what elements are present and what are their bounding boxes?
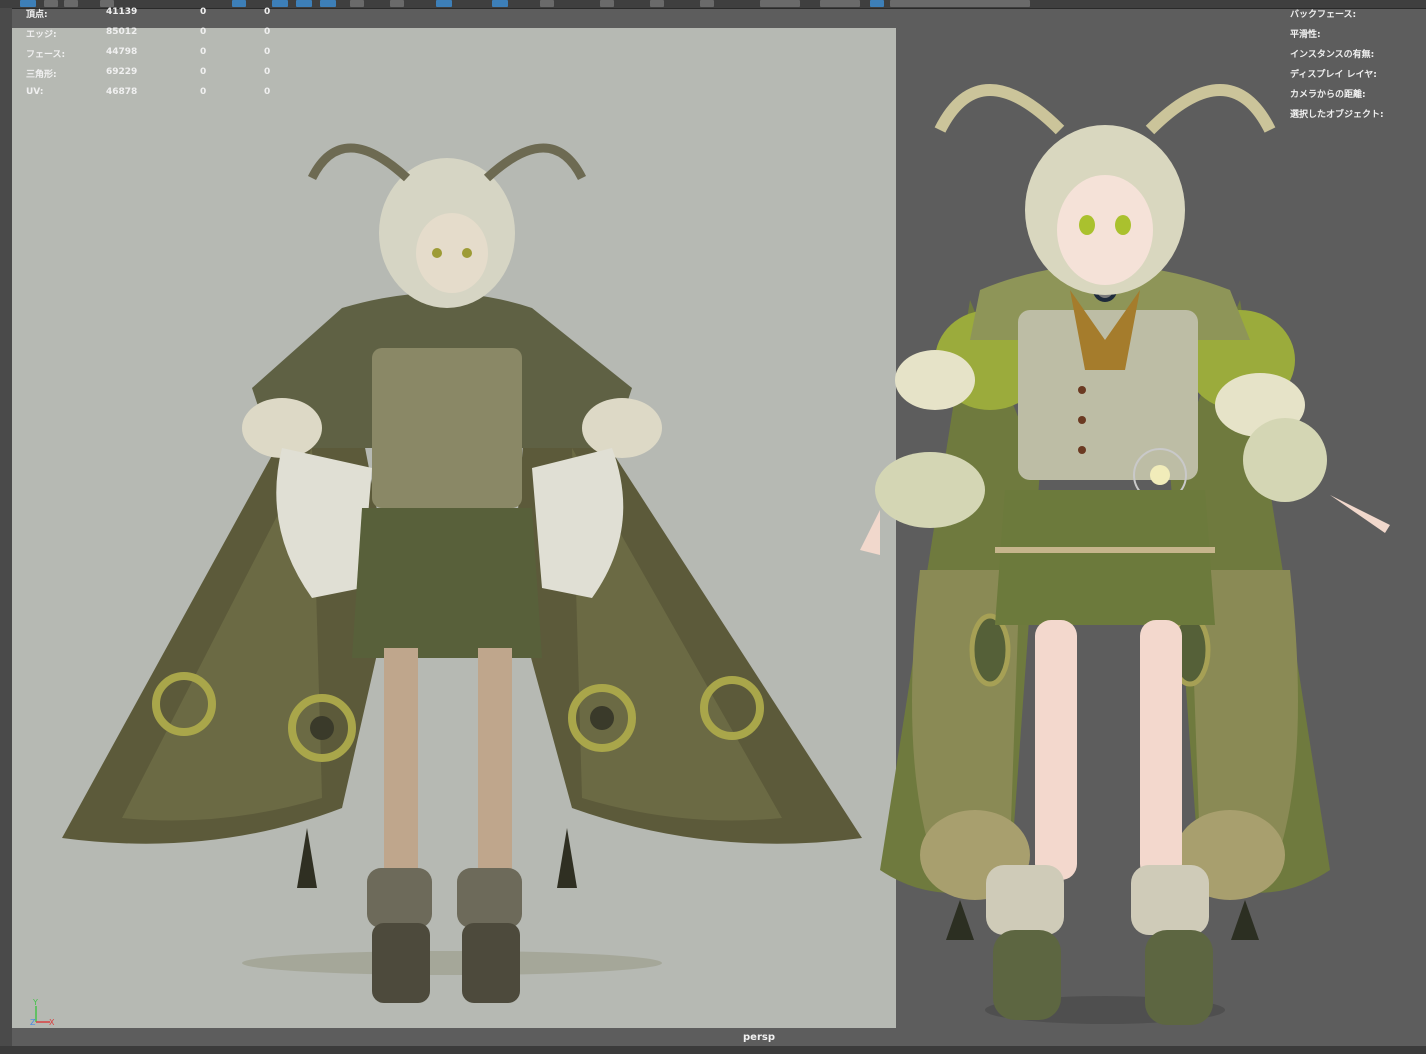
- stat-label: 三角形:: [26, 70, 57, 80]
- hud-smoothness-label: 平滑性:: [1290, 30, 1321, 40]
- stat-value: 85012: [106, 27, 138, 37]
- stat-value: 0: [264, 27, 271, 37]
- toolbar-button[interactable]: [540, 0, 554, 7]
- stat-row-vertices: 頂点: 41139 0 0: [26, 7, 286, 21]
- concept-illustration: [62, 143, 862, 1003]
- stat-value: 69229: [106, 67, 138, 77]
- axis-z-label: Z: [30, 1018, 36, 1027]
- stat-row-edges: エッジ: 85012 0 0: [26, 27, 286, 41]
- stat-value: 0: [264, 7, 271, 17]
- toolbar-button[interactable]: [820, 0, 860, 7]
- toolbar-button[interactable]: [890, 0, 1030, 7]
- stat-value: 0: [200, 67, 207, 77]
- stat-value: 0: [264, 87, 271, 97]
- toolbar-button[interactable]: [600, 0, 614, 7]
- toolbar-button[interactable]: [760, 0, 800, 7]
- stat-value: 41139: [106, 7, 138, 17]
- panel-edge: [0, 8, 12, 1054]
- toolbar-button[interactable]: [390, 0, 404, 7]
- stat-label: UV:: [26, 87, 44, 97]
- toolbar-button[interactable]: [232, 0, 246, 7]
- image-plane[interactable]: [12, 28, 896, 1028]
- toolbar-button[interactable]: [650, 0, 664, 7]
- toolbar-button[interactable]: [350, 0, 364, 7]
- axis-y-label: Y: [32, 998, 38, 1007]
- stat-row-triangles: 三角形: 69229 0 0: [26, 67, 286, 81]
- axis-x-label: X: [49, 1018, 55, 1027]
- stat-value: 0: [200, 87, 207, 97]
- toolbar-button[interactable]: [436, 0, 452, 7]
- stat-value: 0: [200, 47, 207, 57]
- toolbar-button[interactable]: [296, 0, 312, 7]
- toolbar-button[interactable]: [64, 0, 78, 7]
- stat-value: 0: [200, 7, 207, 17]
- stat-row-faces: フェース: 44798 0 0: [26, 47, 286, 61]
- stat-value: 0: [264, 67, 271, 77]
- toolbar-button[interactable]: [272, 0, 288, 7]
- viewport-bottom-edge: [0, 1046, 1426, 1054]
- toolbar-button[interactable]: [492, 0, 508, 7]
- stat-label: 頂点:: [26, 10, 48, 20]
- toolbar-button[interactable]: [20, 0, 36, 7]
- stat-label: フェース:: [26, 50, 66, 60]
- toolbar-button[interactable]: [700, 0, 714, 7]
- stat-value: 0: [200, 27, 207, 37]
- toolbar-button[interactable]: [320, 0, 336, 7]
- stat-row-uvs: UV: 46878 0 0: [26, 87, 286, 101]
- character-3d-model[interactable]: [860, 50, 1420, 1040]
- stat-value: 0: [264, 47, 271, 57]
- hud-backface-label: バックフェース:: [1290, 10, 1357, 20]
- stat-value: 46878: [106, 87, 138, 97]
- toolbar-button[interactable]: [44, 0, 58, 7]
- stat-value: 44798: [106, 47, 138, 57]
- toolbar-button[interactable]: [870, 0, 884, 7]
- stat-label: エッジ:: [26, 30, 57, 40]
- toolbar-button[interactable]: [100, 0, 114, 7]
- camera-name-label[interactable]: persp: [743, 1032, 775, 1043]
- axis-gizmo: Y Z X: [30, 998, 55, 1027]
